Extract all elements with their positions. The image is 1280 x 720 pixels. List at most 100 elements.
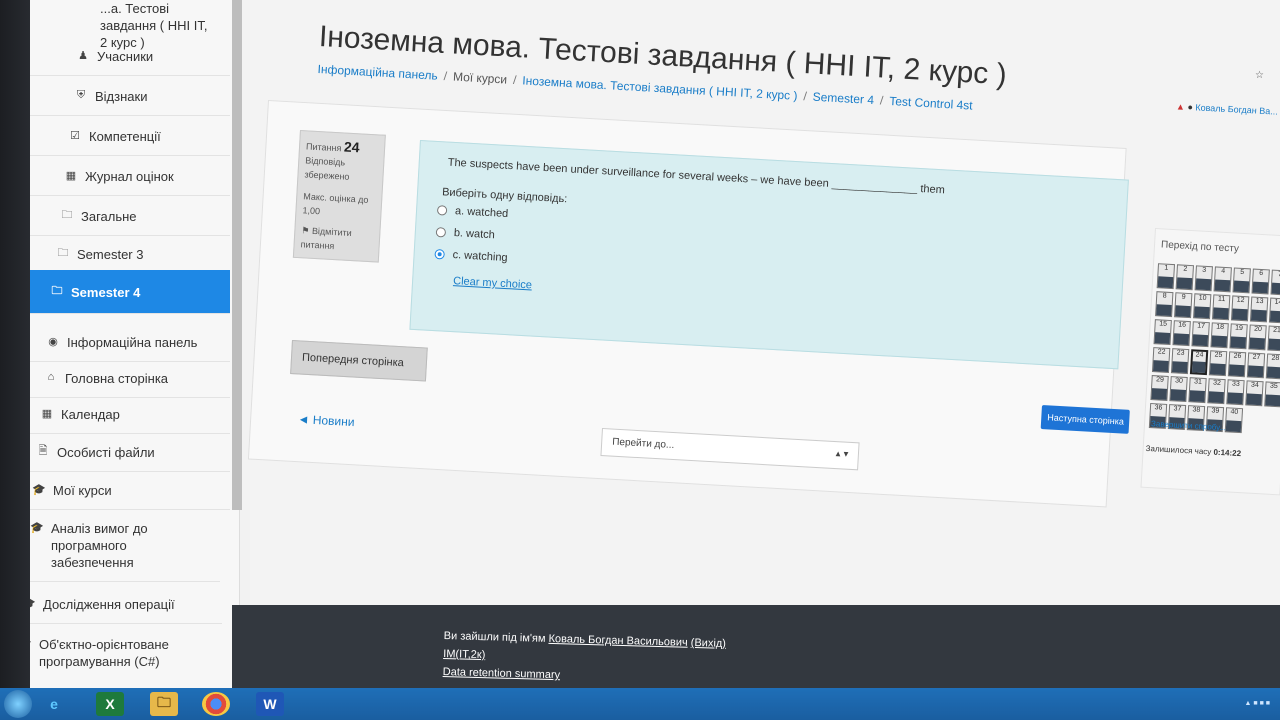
next-page-button[interactable]: Наступна сторінка	[1040, 405, 1130, 434]
sidebar-item-label: Учасники	[97, 49, 154, 64]
group-link[interactable]: ІМ(ІТ,2к)	[443, 648, 485, 661]
breadcrumb-dashboard[interactable]: Інформаційна панель	[317, 62, 438, 83]
breadcrumb-test-control[interactable]: Test Control 4st	[889, 94, 973, 113]
sidebar-item-general[interactable]: 🗀 Загальне	[30, 198, 230, 236]
radio-option-a[interactable]	[436, 205, 448, 216]
quiz-nav-question-31[interactable]: 31	[1188, 377, 1207, 404]
sidebar-item-gradebook[interactable]: ▦ Журнал оцінок	[30, 158, 230, 196]
quiz-nav-question-9[interactable]: 9	[1174, 292, 1193, 319]
quiz-nav-question-25[interactable]: 25	[1208, 350, 1228, 377]
sidebar-item-private-files[interactable]: 🗎 Особисті файли	[30, 434, 230, 472]
sidebar-item-participants[interactable]: ♟ Учасники	[30, 38, 230, 76]
sidebar: ...а. Тестові завдання ( ННІ ІТ, 2 курс …	[30, 0, 242, 690]
sidebar-scrollbar[interactable]	[232, 0, 242, 510]
quiz-nav-question-12[interactable]: 12	[1230, 295, 1250, 322]
quiz-nav-question-22[interactable]: 22	[1151, 347, 1171, 374]
excel-icon[interactable]: X	[96, 692, 124, 716]
sidebar-item-oop-csharp[interactable]: 🎓 Об'єктно-орієнтоване програмування (C#…	[30, 626, 208, 680]
sidebar-item-home[interactable]: ⌂ Головна сторінка	[30, 360, 230, 398]
sidebar-item-semester-3[interactable]: 🗀 Semester 3	[30, 236, 230, 274]
breadcrumb-semester-4[interactable]: Semester 4	[812, 90, 874, 107]
quiz-nav-question-32[interactable]: 32	[1207, 378, 1226, 405]
sidebar-item-label: Журнал оцінок	[85, 169, 174, 184]
checkbox-icon: ☑	[70, 129, 80, 142]
quiz-nav-question-16[interactable]: 16	[1172, 320, 1191, 347]
quiz-nav-question-5[interactable]: 5	[1232, 267, 1251, 294]
notification-icon[interactable]: ▲	[1176, 101, 1185, 111]
data-retention-link[interactable]: Data retention summary	[443, 666, 561, 681]
quiz-nav-question-24[interactable]: 24	[1189, 349, 1209, 376]
radio-option-b[interactable]	[435, 227, 447, 238]
quiz-nav-question-34[interactable]: 34	[1245, 380, 1264, 407]
quiz-nav-question-26[interactable]: 26	[1227, 351, 1247, 378]
sidebar-item-badges[interactable]: ⛨ Відзнаки	[30, 78, 230, 116]
quiz-nav-question-4[interactable]: 4	[1213, 266, 1232, 293]
logout-link[interactable]: (Вихід)	[691, 637, 726, 650]
sidebar-item-label: Загальне	[81, 209, 137, 224]
star-icon[interactable]: ☆	[1255, 70, 1264, 81]
sidebar-item-calendar[interactable]: ▦ Календар	[30, 396, 230, 434]
quiz-nav-question-18[interactable]: 18	[1210, 322, 1229, 349]
quiz-nav-question-10[interactable]: 10	[1193, 293, 1212, 320]
quiz-navigation-grid: 1 2 3 4 5 6 7 8 9 10 11 12 13 14 15 16 17 18 19 20 21 22 23 24 2…	[1148, 263, 1280, 435]
sidebar-item-my-courses[interactable]: 🎓 Мої курси	[30, 472, 230, 510]
quiz-nav-question-33[interactable]: 33	[1226, 379, 1245, 406]
internet-explorer-icon[interactable]: e	[40, 692, 68, 716]
system-tray[interactable]: ▲ ■ ■ ■	[1245, 700, 1270, 707]
flag-question-button[interactable]: ⚑ Відмітити питання	[300, 223, 373, 255]
sidebar-item-requirements-analysis[interactable]: 🎓 Аналіз вимог до програмного забезпечен…	[30, 510, 220, 582]
quiz-nav-question-6[interactable]: 6	[1251, 268, 1270, 295]
quiz-nav-question-8[interactable]: 8	[1155, 291, 1174, 318]
file-explorer-icon[interactable]: 🗀	[150, 692, 178, 716]
quiz-nav-question-11[interactable]: 11	[1211, 294, 1231, 321]
quiz-nav-question-7[interactable]: 7	[1270, 269, 1280, 296]
flag-icon: ⚑	[301, 225, 310, 236]
quiz-navigation: Перехід по тесту 1 2 3 4 5 6 7 8 9 10 11 12 13 14 15 16…	[1140, 228, 1280, 496]
quiz-nav-question-2[interactable]: 2	[1175, 264, 1194, 291]
time-left-value: 0:14:22	[1213, 447, 1242, 459]
quiz-nav-question-21[interactable]: 21	[1267, 325, 1280, 352]
logged-in-text: Ви зайшли під ім'ям	[443, 629, 546, 645]
sidebar-item-competencies[interactable]: ☑ Компетенції	[30, 118, 230, 156]
sidebar-item-operations-research[interactable]: 🎓 Дослідження операції	[30, 586, 222, 624]
message-icon[interactable]: ●	[1187, 102, 1193, 112]
user-profile-link[interactable]: Коваль Богдан Васильович	[548, 633, 687, 649]
quiz-nav-question-20[interactable]: 20	[1248, 324, 1267, 351]
question-label: Питання	[305, 141, 342, 154]
sidebar-item-semester-4[interactable]: 🗀 Semester 4	[30, 270, 230, 314]
folder-icon: 🗀	[61, 208, 73, 221]
shield-icon: ⛨	[76, 88, 86, 101]
graduation-cap-icon: 🎓	[30, 521, 44, 534]
quiz-nav-question-3[interactable]: 3	[1194, 265, 1213, 292]
quiz-nav-question-13[interactable]: 13	[1249, 296, 1269, 323]
quiz-nav-question-23[interactable]: 23	[1170, 348, 1190, 375]
windows-taskbar: e X 🗀 W ▲ ■ ■ ■	[0, 688, 1280, 720]
jump-to-label: Перейти до...	[611, 436, 675, 452]
radio-option-c[interactable]	[434, 249, 445, 260]
sidebar-item-label: Особисті файли	[57, 445, 155, 460]
word-icon[interactable]: W	[256, 692, 284, 716]
quiz-nav-question-28[interactable]: 28	[1265, 353, 1280, 380]
chrome-icon[interactable]	[202, 692, 230, 716]
main-content: Іноземна мова. Тестові завдання ( ННІ ІТ…	[247, 0, 1280, 610]
quiz-nav-question-1[interactable]: 1	[1156, 263, 1176, 290]
user-menu[interactable]: ▲ ● Коваль Богдан Ва...	[1176, 101, 1278, 116]
user-name: Коваль Богдан Ва...	[1195, 102, 1279, 117]
quiz-nav-question-35[interactable]: 35	[1264, 381, 1280, 408]
quiz-nav-question-15[interactable]: 15	[1153, 319, 1172, 346]
quiz-nav-question-17[interactable]: 17	[1191, 321, 1210, 348]
sidebar-item-label: Календар	[61, 407, 120, 422]
sidebar-item-label: Semester 3	[77, 247, 144, 262]
start-button-icon[interactable]	[4, 690, 32, 718]
file-icon: 🗎	[38, 444, 48, 457]
sidebar-item-label: Головна сторінка	[65, 371, 169, 386]
sidebar-item-dashboard[interactable]: ◉ Інформаційна панель	[30, 324, 230, 362]
quiz-nav-question-19[interactable]: 19	[1229, 323, 1248, 350]
question-max-grade: Макс. оцінка до 1,00	[302, 191, 369, 217]
quiz-nav-question-30[interactable]: 30	[1169, 376, 1188, 403]
quiz-nav-question-40[interactable]: 40	[1224, 407, 1244, 434]
quiz-nav-question-29[interactable]: 29	[1150, 375, 1169, 401]
graduation-cap-icon: 🎓	[32, 483, 46, 496]
quiz-nav-question-27[interactable]: 27	[1246, 352, 1266, 379]
quiz-nav-question-14[interactable]: 14	[1268, 297, 1280, 324]
